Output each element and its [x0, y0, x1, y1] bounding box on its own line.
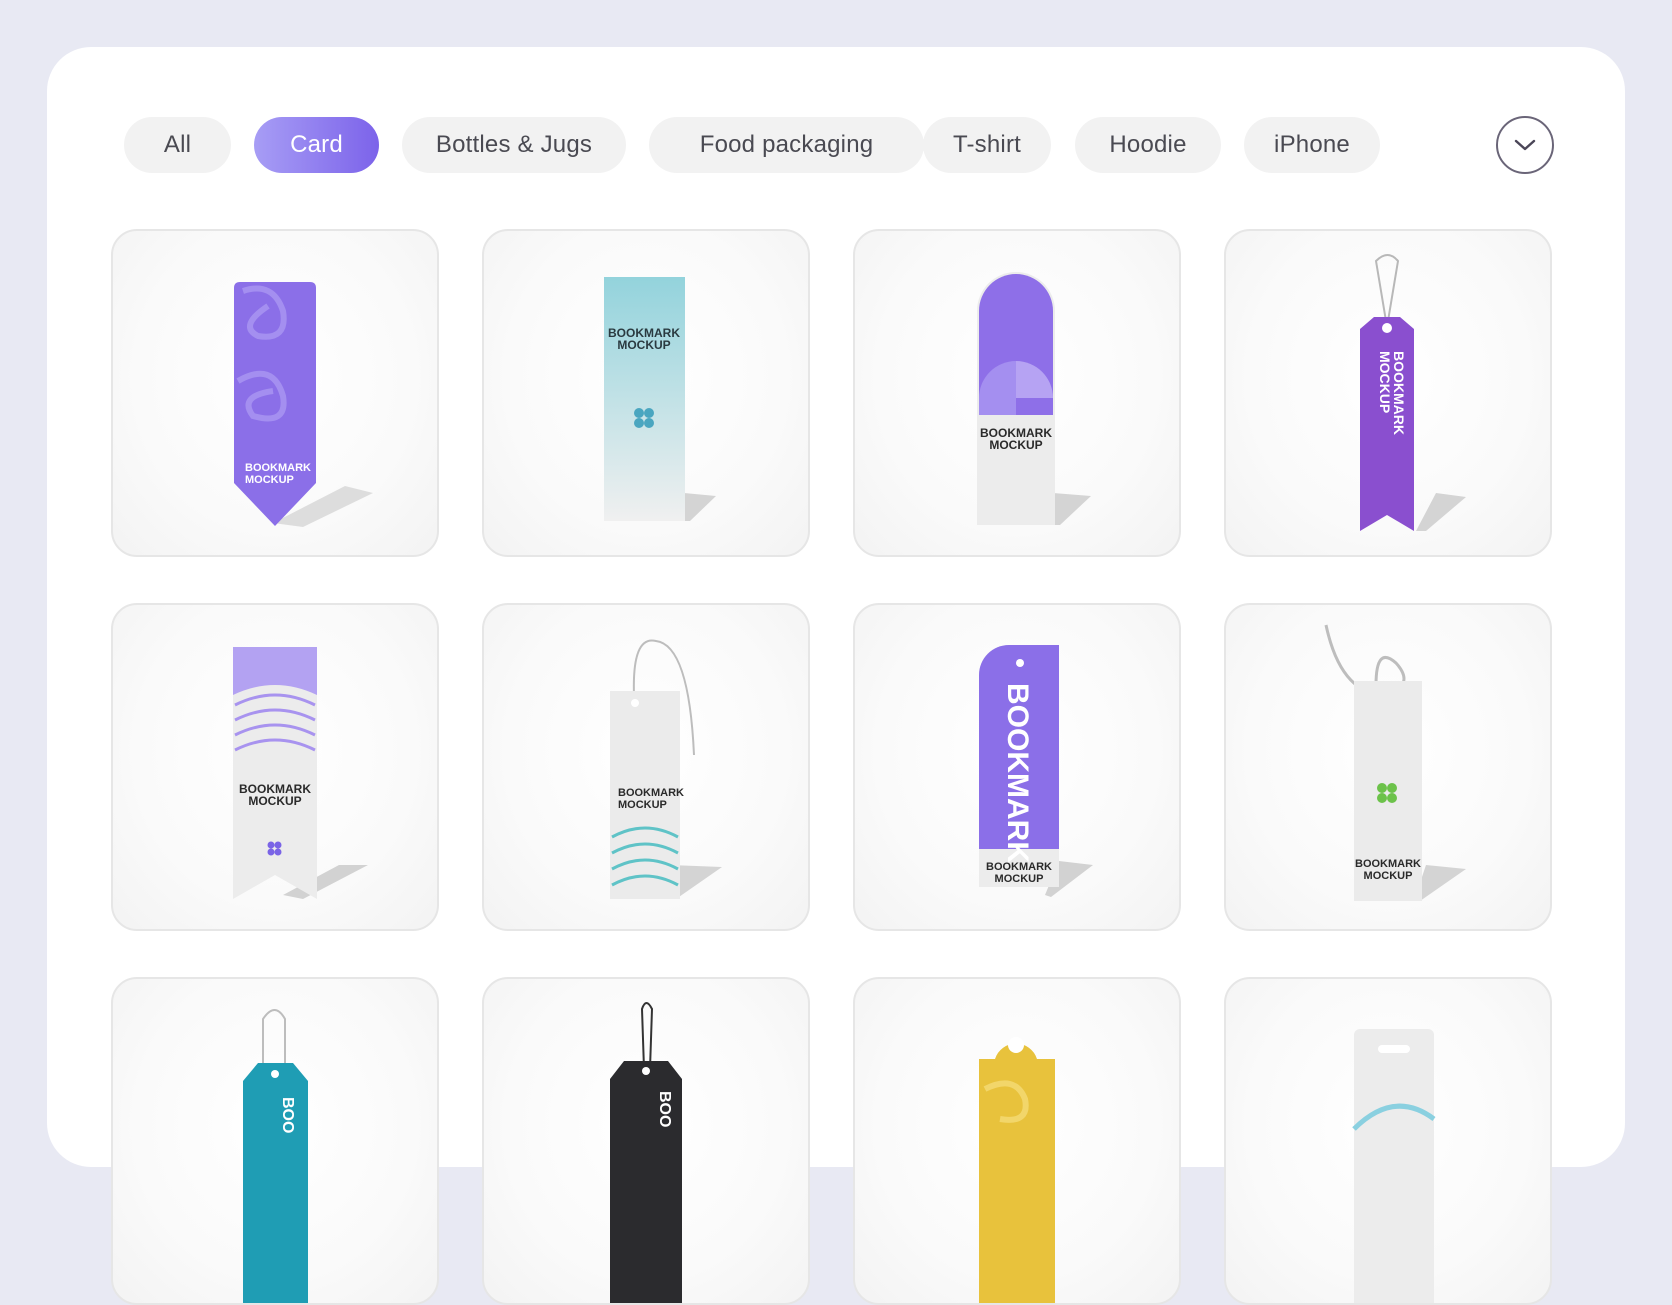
mockup-card-hanger-bookmark[interactable] [1224, 977, 1552, 1305]
bookmark-title-line1: BOOKMARK [618, 787, 684, 799]
bookmark-title-line2: MOCKUP [1377, 351, 1393, 413]
bookmark-title-line2: MOCKUP [989, 438, 1042, 452]
bookmark-title-line2: MOCKUP [617, 338, 670, 352]
yellow-bookmark-image [979, 1037, 1055, 1303]
hanger-bookmark-image [1352, 1029, 1436, 1303]
mockup-card-vertical-text-bookmark[interactable]: BOOKMARK BOOKMARK MOCKUP [853, 603, 1181, 931]
bookmark-title-line2: MOCKUP [245, 474, 294, 486]
bookmark-partial-title: BOO [656, 1091, 673, 1127]
bookmark-title-line1: BOOKMARK [1355, 858, 1421, 870]
filter-chip-tshirt[interactable]: T-shirt [923, 117, 1051, 173]
green-clover-bookmark-image: BOOKMARK MOCKUP [1324, 624, 1466, 901]
bookmark-title-line2: MOCKUP [248, 794, 301, 808]
mockup-card-string-tag-bookmark[interactable]: BOOKMARK MOCKUP [482, 603, 810, 931]
bookmark-title-line1: BOOKMARK [245, 462, 311, 474]
pointed-purple-bookmark-image: BOOKMARK MOCKUP [234, 282, 373, 527]
vertical-text-purple-bookmark-image: BOOKMARK BOOKMARK MOCKUP [979, 645, 1093, 897]
ribbon-purple-bookmark-image: BOOKMARK MOCKUP [1360, 254, 1466, 531]
teal-tag-bookmark-image: BOO [243, 1009, 308, 1303]
mockup-card-waves-bookmark[interactable]: BOOKMARK MOCKUP [111, 603, 439, 931]
filter-chip-bottles-jugs[interactable]: Bottles & Jugs [402, 117, 626, 173]
mockup-card-green-clover-bookmark[interactable]: BOOKMARK MOCKUP [1224, 603, 1552, 931]
teal-gradient-bookmark-image: BOOKMARK MOCKUP [604, 277, 716, 521]
mockup-card-yellow-bookmark[interactable] [853, 977, 1181, 1305]
mockup-card-teal-gradient-bookmark[interactable]: BOOKMARK MOCKUP [482, 229, 810, 557]
bookmark-title-line1: BOOKMARK [986, 861, 1052, 873]
filter-chip-iphone[interactable]: iPhone [1244, 117, 1380, 173]
mockup-card-ribbon-bookmark[interactable]: BOOKMARK MOCKUP [1224, 229, 1552, 557]
mockup-card-dark-tag-bookmark[interactable]: BOO [482, 977, 810, 1305]
arch-purple-bookmark-image: BOOKMARK MOCKUP [977, 272, 1091, 525]
bookmark-vertical-title: BOOKMARK [1001, 683, 1034, 863]
filter-chip-hoodie[interactable]: Hoodie [1075, 117, 1221, 173]
mockup-card-arch-bookmark[interactable]: BOOKMARK MOCKUP [853, 229, 1181, 557]
filter-chip-all[interactable]: All [124, 117, 231, 173]
string-tag-teal-bookmark-image: BOOKMARK MOCKUP [610, 639, 722, 899]
filter-chip-food-packaging[interactable]: Food packaging [649, 117, 924, 173]
bookmark-title-line2: MOCKUP [618, 799, 667, 811]
bookmark-title-line2: MOCKUP [1364, 870, 1413, 882]
dark-striped-tag-bookmark-image: BOO [610, 1002, 682, 1303]
more-categories-button[interactable] [1496, 116, 1554, 174]
mockup-card-teal-tag-bookmark[interactable]: BOO [111, 977, 439, 1305]
bookmark-title-line2: MOCKUP [995, 873, 1044, 885]
waves-purple-bookmark-image: BOOKMARK MOCKUP [233, 647, 368, 899]
filter-chip-card[interactable]: Card [254, 117, 379, 173]
chevron-down-icon [1514, 139, 1536, 151]
mockup-card-pointed-bookmark[interactable]: BOOKMARK MOCKUP [111, 229, 439, 557]
